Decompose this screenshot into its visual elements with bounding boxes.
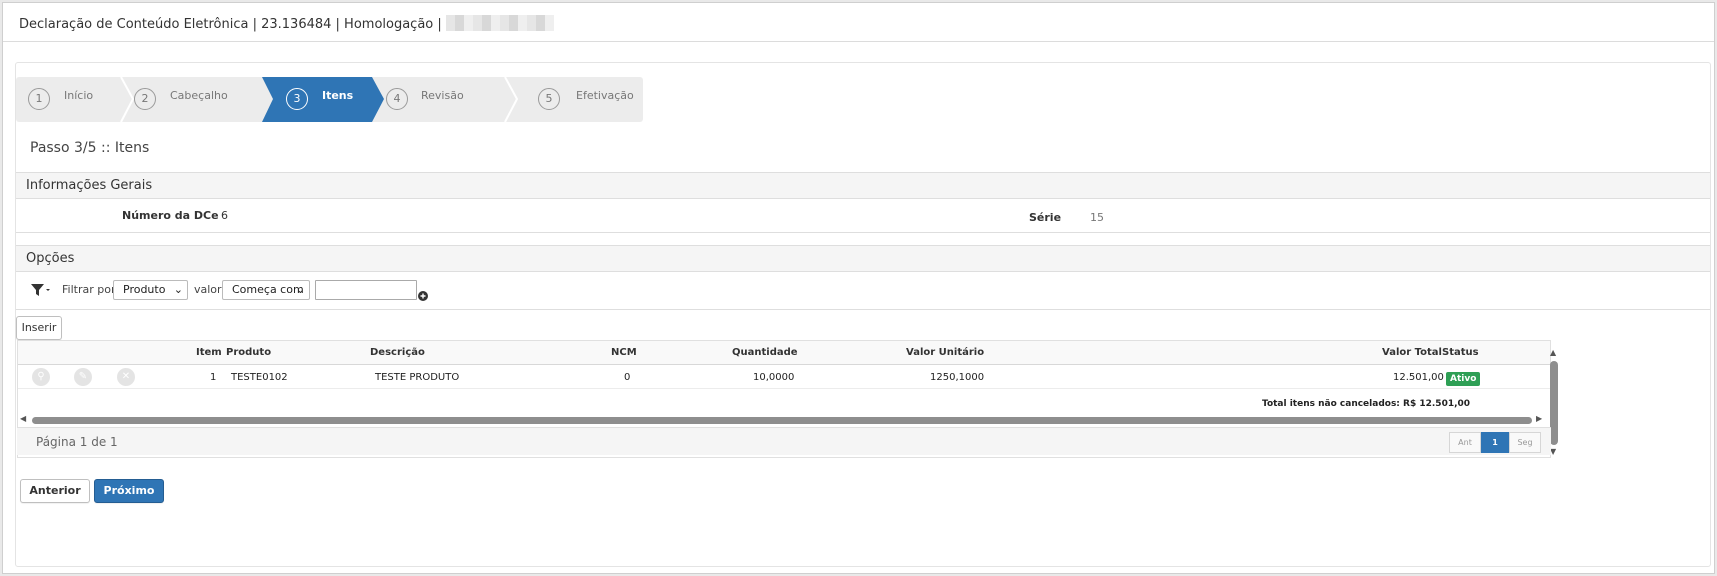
wizard-steps: 1 Início 2 Cabeçalho 3 Itens 4 Revisão 5… bbox=[16, 77, 643, 122]
cell-produto: TESTE0102 bbox=[231, 372, 288, 383]
info-section-header: Informações Gerais bbox=[16, 172, 1710, 199]
window-title: Declaração de Conteúdo Eletrônica | 23.1… bbox=[19, 15, 554, 32]
numero-dce-label: Número da DCe bbox=[122, 209, 219, 222]
filter-operator-select[interactable]: Começa com ⌄ bbox=[222, 280, 310, 300]
add-filter-icon[interactable] bbox=[418, 286, 428, 301]
step-number: 2 bbox=[134, 88, 156, 110]
filter-field-value: Produto bbox=[123, 283, 166, 296]
delete-icon[interactable]: ✕ bbox=[117, 368, 135, 386]
step-divider bbox=[120, 77, 134, 122]
app-window: Declaração de Conteúdo Eletrônica | 23.1… bbox=[2, 2, 1715, 574]
grid-header: Item Produto Descrição NCM Quantidade Va… bbox=[18, 341, 1550, 365]
step-number: 5 bbox=[538, 88, 560, 110]
redacted-user-block bbox=[445, 15, 554, 31]
serie-label: Série bbox=[1029, 211, 1062, 224]
value-label: valor bbox=[194, 283, 222, 296]
window-titlebar: Declaração de Conteúdo Eletrônica | 23.1… bbox=[3, 3, 1714, 42]
cell-valor-unitario: 1250,1000 bbox=[930, 372, 985, 383]
wizard-step-efetivacao[interactable]: 5 Efetivação bbox=[526, 77, 643, 122]
scroll-up-icon[interactable]: ▲ bbox=[1550, 348, 1556, 357]
scroll-right-icon[interactable]: ▶ bbox=[1536, 414, 1542, 423]
options-section-header: Opções bbox=[16, 245, 1710, 272]
col-ncm[interactable]: NCM bbox=[611, 347, 637, 358]
next-page-button[interactable]: Seg bbox=[1509, 432, 1541, 453]
edit-icon[interactable]: ✎ bbox=[74, 368, 92, 386]
step-number: 4 bbox=[386, 88, 408, 110]
col-item[interactable]: Item bbox=[196, 347, 222, 358]
chevron-down-icon: ⌄ bbox=[295, 283, 305, 296]
page-info: Página 1 de 1 bbox=[36, 435, 118, 449]
step-label: Revisão bbox=[421, 89, 464, 102]
info-section-body: Número da DCe 6 Série 15 bbox=[16, 199, 1710, 233]
step-label: Início bbox=[64, 89, 94, 102]
horizontal-scrollbar[interactable]: ◀ ▶ bbox=[18, 414, 1550, 426]
info-section-title: Informações Gerais bbox=[26, 178, 153, 193]
total-row: Total itens não cancelados: R$ 12.501,00 bbox=[18, 389, 1550, 413]
col-quantidade[interactable]: Quantidade bbox=[732, 347, 798, 358]
wizard-step-revisao[interactable]: 4 Revisão bbox=[386, 77, 504, 122]
step-number: 1 bbox=[28, 88, 50, 110]
filter-row: Filtrar por Produto ⌄ valor Começa com ⌄ bbox=[16, 272, 1710, 310]
cell-ncm: 0 bbox=[624, 372, 631, 383]
chevron-down-icon: ⌄ bbox=[173, 283, 183, 296]
previous-button[interactable]: Anterior bbox=[20, 479, 90, 503]
step-number: 3 bbox=[286, 88, 308, 110]
scroll-left-icon[interactable]: ◀ bbox=[20, 414, 26, 423]
cell-item: 1 bbox=[210, 372, 217, 383]
scroll-thumb[interactable] bbox=[1550, 361, 1558, 445]
wizard-step-inicio[interactable]: 1 Início bbox=[16, 77, 134, 122]
cell-quantidade: 10,0000 bbox=[753, 372, 795, 383]
prev-page-button[interactable]: Ant bbox=[1449, 432, 1481, 453]
pagination-bar: Página 1 de 1 Ant 1 Seg bbox=[17, 427, 1551, 455]
insert-button[interactable]: Inserir bbox=[16, 316, 62, 340]
view-icon[interactable]: ⚲ bbox=[32, 368, 50, 386]
filter-by-label: Filtrar por bbox=[62, 283, 116, 296]
step-label: Efetivação bbox=[576, 89, 634, 102]
col-valor-unitario[interactable]: Valor Unitário bbox=[906, 347, 984, 358]
cell-valor-total: 12.501,00 bbox=[1393, 372, 1444, 383]
cell-descricao: TESTE PRODUTO bbox=[375, 372, 460, 383]
step-label: Cabeçalho bbox=[170, 89, 228, 102]
step-label: Itens bbox=[322, 89, 354, 102]
filter-operator-value: Começa com bbox=[232, 283, 304, 296]
main-panel: 1 Início 2 Cabeçalho 3 Itens 4 Revisão 5… bbox=[15, 62, 1711, 567]
wizard-step-cabecalho[interactable]: 2 Cabeçalho bbox=[134, 77, 262, 122]
page-1-button[interactable]: 1 bbox=[1481, 432, 1509, 453]
scroll-thumb[interactable] bbox=[32, 417, 1532, 424]
step-divider bbox=[504, 77, 518, 122]
col-status[interactable]: Status bbox=[1442, 347, 1479, 358]
step-title: Passo 3/5 :: Itens bbox=[30, 140, 150, 156]
table-row[interactable]: ⚲ ✎ ✕ 1 TESTE0102 TESTE PRODUTO 0 10,000… bbox=[18, 365, 1550, 389]
serie-value: 15 bbox=[1090, 211, 1104, 224]
col-valor-total[interactable]: Valor Total bbox=[1382, 347, 1442, 358]
col-produto[interactable]: Produto bbox=[226, 347, 271, 358]
filter-value-input[interactable] bbox=[315, 280, 417, 300]
col-descricao[interactable]: Descrição bbox=[370, 347, 425, 358]
status-badge: Ativo bbox=[1446, 372, 1481, 386]
filter-field-select[interactable]: Produto ⌄ bbox=[113, 280, 188, 300]
total-label: Total itens não cancelados: R$ 12.501,00 bbox=[1262, 399, 1471, 409]
filter-menu-icon[interactable] bbox=[30, 281, 52, 299]
numero-dce-value: 6 bbox=[221, 209, 228, 222]
wizard-step-itens[interactable]: 3 Itens bbox=[262, 77, 384, 122]
options-section-title: Opções bbox=[26, 251, 75, 266]
next-button[interactable]: Próximo bbox=[94, 479, 164, 503]
